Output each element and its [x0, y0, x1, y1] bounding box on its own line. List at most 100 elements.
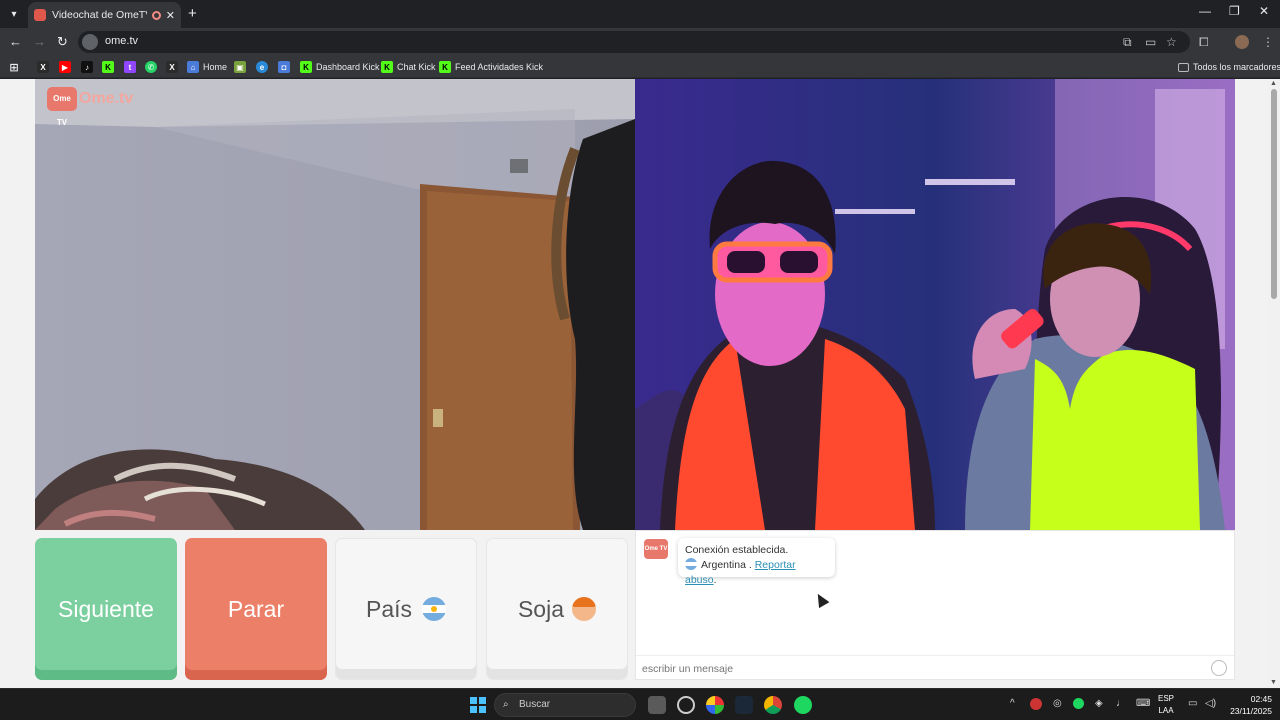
bookmark-whatsapp[interactable]: ✆	[145, 60, 161, 74]
volume-icon[interactable]: ◁)	[1205, 698, 1216, 709]
reload-icon[interactable]: ↻	[57, 34, 68, 50]
restore-button[interactable]: ❐	[1229, 4, 1240, 18]
bookmark-feed-kick[interactable]: K Feed Actividades Kick	[439, 60, 543, 74]
url-text[interactable]: ome.tv	[105, 35, 138, 47]
tiktok-icon: ♪	[81, 61, 93, 73]
scroll-up-icon[interactable]: ▲	[1270, 80, 1277, 87]
app-icon: ◘	[278, 61, 290, 73]
kick-icon: K	[102, 61, 114, 73]
tab-strip: ▾ Videochat de OmeTV: uno a ✕ + — ❐ ✕	[0, 0, 1280, 28]
system-message: Conexión establecida. Argentina . Report…	[678, 538, 835, 586]
tray-app-icon[interactable]	[1030, 698, 1042, 710]
keyboard-icon[interactable]: ⌨	[1136, 698, 1150, 709]
forward-icon[interactable]: →	[33, 34, 46, 49]
windows-taskbar: ⌕ Buscar ^ ◎ ◈ ♩ ⌨ ESP LAA ▭ ◁) 02:45 23…	[0, 688, 1280, 720]
tray-steam-icon[interactable]: ◎	[1053, 698, 1062, 709]
scrollbar-thumb[interactable]	[1271, 89, 1277, 299]
stop-button-label: Parar	[227, 595, 285, 622]
tray-overflow-icon[interactable]: ^	[1010, 698, 1015, 709]
bookmark-chat-kick[interactable]: K Chat Kick	[381, 60, 436, 74]
country-button-label: País	[365, 595, 413, 622]
close-window-button[interactable]: ✕	[1259, 4, 1269, 18]
gender-button[interactable]: Soja	[486, 538, 628, 680]
copilot-icon[interactable]	[677, 696, 695, 714]
message-input[interactable]	[642, 661, 1202, 677]
logo-tv-icon: Ome TV	[47, 87, 77, 127]
whatsapp-icon: ✆	[145, 61, 157, 73]
back-icon[interactable]: ←	[9, 34, 22, 49]
bookmark-image[interactable]: ▣	[234, 60, 250, 74]
browser-toolbar: ← → ↻ ome.tv ⧉ ▭ ☆ ⧠ ⋮	[0, 28, 1280, 56]
clock-time: 02:45	[1250, 694, 1272, 704]
bookmark-kick[interactable]: K	[102, 60, 118, 74]
remote-video	[635, 79, 1235, 530]
bookmark-star-icon[interactable]: ☆	[1166, 35, 1177, 49]
bookmark-app[interactable]: ◘	[278, 60, 294, 74]
windows-start-icon[interactable]	[470, 697, 486, 713]
x-icon: X	[37, 61, 49, 73]
bookmark-dashboard-kick[interactable]: K Dashboard Kick	[300, 60, 380, 74]
next-button-label: Siguiente	[58, 595, 154, 622]
bookmark-youtube[interactable]: ▶	[59, 60, 75, 74]
extensions-icon[interactable]: ⧠	[1199, 35, 1209, 50]
display-icon[interactable]: ▭	[1188, 698, 1197, 709]
emoji-icon[interactable]	[1211, 660, 1227, 676]
kick-icon: K	[300, 61, 312, 73]
tray-network-icon[interactable]: ◈	[1095, 698, 1103, 709]
all-bookmarks[interactable]: Todos los marcadores	[1178, 60, 1280, 74]
bookmark-tiktok[interactable]: ♪	[81, 60, 97, 74]
taskbar-search-label: Buscar	[519, 699, 551, 710]
clock-date: 23/11/2025	[1230, 706, 1272, 716]
profile-avatar[interactable]	[1235, 35, 1249, 49]
apps-grid-icon[interactable]: ⊞	[8, 60, 24, 74]
tab-close-button[interactable]: ✕	[166, 9, 175, 22]
recording-icon	[151, 10, 161, 20]
local-video-feed	[35, 79, 635, 530]
partner-country: Argentina	[701, 559, 746, 571]
tray-spotify-icon[interactable]	[1073, 698, 1084, 709]
bookmarks-bar: ⊞ X ▶ ♪ K t ✆ X ⌂ Home ▣ e ◘ K Dashboard K…	[0, 56, 1280, 78]
bookmark-x-2[interactable]: X	[166, 60, 182, 74]
country-button[interactable]: País	[335, 538, 477, 680]
translate-icon[interactable]: ⧉	[1123, 35, 1132, 50]
color-app-icon[interactable]	[706, 696, 724, 714]
browser-tab[interactable]: Videochat de OmeTV: uno a ✕	[28, 2, 181, 28]
cast-icon[interactable]: ▭	[1145, 35, 1156, 49]
menu-icon[interactable]: ⋮	[1262, 35, 1274, 49]
gender-button-label: Soja	[517, 595, 565, 622]
microphone-icon[interactable]: ♩	[1116, 698, 1126, 709]
youtube-icon: ▶	[59, 61, 71, 73]
bookmark-home[interactable]: ⌂ Home	[187, 60, 227, 74]
bookmark-x-1[interactable]: X	[37, 60, 53, 74]
remote-video-feed	[635, 79, 1235, 530]
ometv-page: Ome TV Ome.tv Siguiente Parar País Soja …	[0, 79, 1268, 688]
search-icon: ⌕	[503, 699, 509, 710]
next-button[interactable]: Siguiente	[35, 538, 177, 680]
site-info-icon[interactable]	[82, 34, 98, 50]
spotify-icon[interactable]	[794, 696, 812, 714]
page-scrollbar[interactable]: ▲ ▼	[1268, 79, 1280, 688]
partner-info: Argentina . Reportar abuso.	[685, 558, 796, 586]
steam-icon[interactable]	[735, 696, 753, 714]
address-bar[interactable]: ome.tv	[78, 31, 1190, 53]
stop-button[interactable]: Parar	[185, 538, 327, 680]
logo-text: Ome.tv	[79, 90, 134, 107]
tab-search-button[interactable]: ▾	[5, 5, 23, 23]
home-icon: ⌂	[187, 61, 199, 73]
minimize-button[interactable]: —	[1199, 4, 1211, 18]
taskbar-search[interactable]: ⌕ Buscar	[494, 693, 636, 717]
input-language[interactable]: ESP LAA	[1158, 693, 1174, 717]
image-icon: ▣	[234, 61, 246, 73]
ometv-logo[interactable]: Ome TV Ome.tv	[47, 87, 134, 127]
system-clock[interactable]: 02:45 23/11/2025	[1222, 693, 1272, 717]
chrome-icon[interactable]	[764, 696, 782, 714]
bookmark-edge[interactable]: e	[256, 60, 272, 74]
ometv-chat-icon: Ome TV	[644, 539, 668, 559]
tab-title: Videochat de OmeTV: uno a	[52, 9, 147, 21]
new-tab-button[interactable]: +	[188, 5, 197, 22]
edge-icon: e	[256, 61, 268, 73]
task-view-icon[interactable]	[648, 696, 666, 714]
scroll-down-icon[interactable]: ▼	[1270, 679, 1277, 686]
bookmark-twitch[interactable]: t	[124, 60, 140, 74]
ometv-favicon-icon	[34, 9, 46, 21]
